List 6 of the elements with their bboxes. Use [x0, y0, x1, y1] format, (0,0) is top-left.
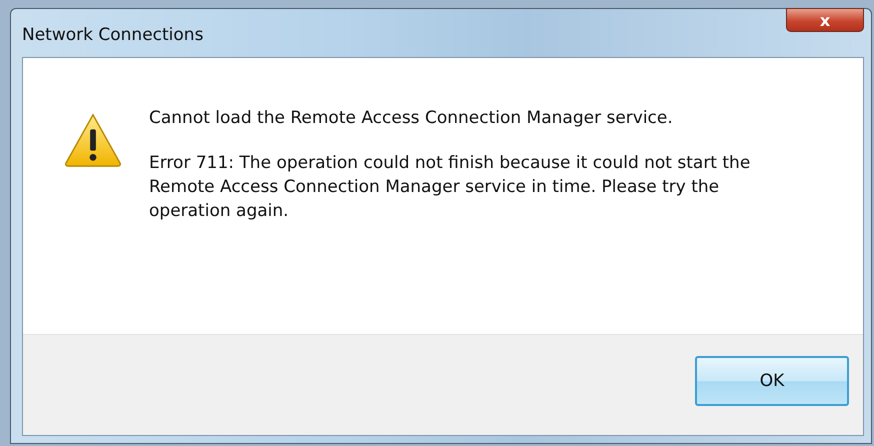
close-button[interactable]: x	[786, 8, 864, 32]
warning-icon	[64, 112, 122, 168]
ok-button[interactable]: OK	[695, 356, 849, 406]
window-title: Network Connections	[22, 25, 204, 45]
message-heading: Cannot load the Remote Access Connection Manager service.	[149, 108, 674, 128]
error-message: Error 711: The operation could not finish because it could not start the Remote Access Connection Manager service in time. Please try the operation again.	[149, 152, 752, 223]
